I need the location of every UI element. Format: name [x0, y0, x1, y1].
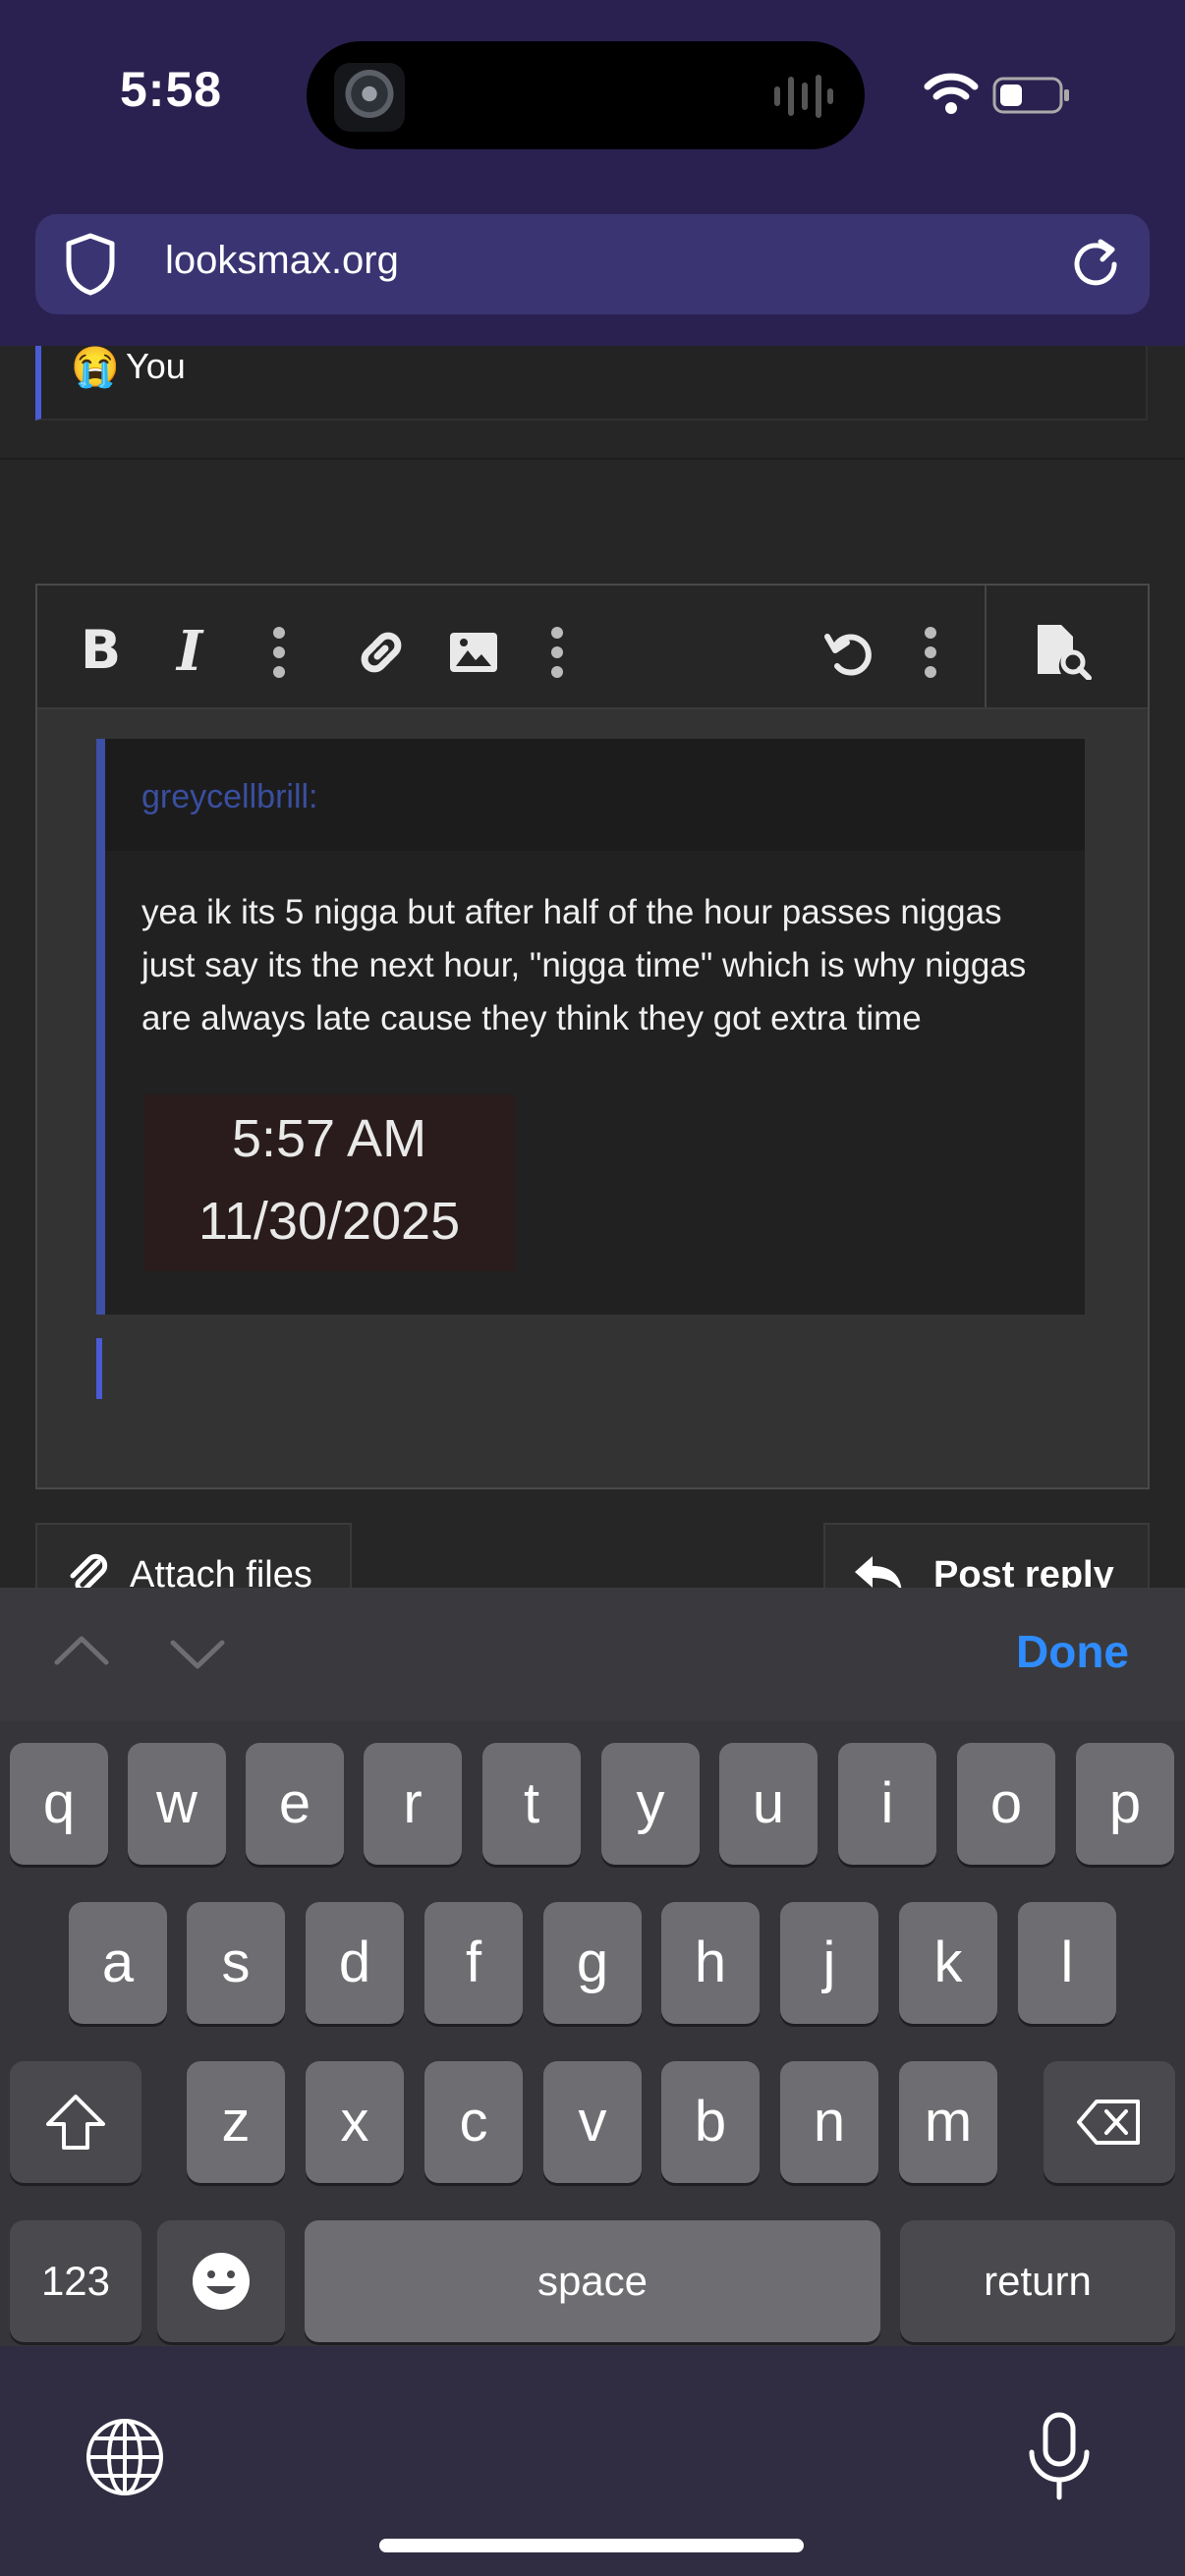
shield-icon[interactable]: [61, 230, 120, 299]
key-f[interactable]: f: [424, 1902, 523, 2024]
key-t[interactable]: t: [482, 1743, 581, 1865]
key-o[interactable]: o: [957, 1743, 1055, 1865]
text-cursor: [96, 1338, 102, 1399]
reaction-author: You: [126, 346, 186, 386]
now-playing-artwork[interactable]: [334, 63, 405, 132]
quote-author[interactable]: greycellbrill:: [141, 778, 318, 816]
microphone-icon[interactable]: [1024, 2411, 1095, 2501]
chevron-up-icon[interactable]: [53, 1635, 110, 1666]
globe-icon[interactable]: [85, 2417, 165, 2497]
key-h[interactable]: h: [661, 1902, 760, 2024]
divider: [0, 458, 1185, 460]
key-v[interactable]: v: [543, 2061, 642, 2183]
key-j[interactable]: j: [780, 1902, 878, 2024]
emoji-key[interactable]: [157, 2220, 285, 2342]
backspace-icon: [1077, 2100, 1140, 2145]
quote-image-date: 11/30/2025: [198, 1192, 461, 1251]
chevron-down-icon[interactable]: [169, 1639, 226, 1670]
quote-text: yea ik its 5 nigga but after half of the…: [141, 893, 1027, 1037]
key-y[interactable]: y: [601, 1743, 700, 1865]
more-icon[interactable]: [924, 627, 937, 678]
quote-image-time: 5:57 AM: [231, 1109, 427, 1168]
home-indicator[interactable]: [379, 2539, 804, 2552]
key-k[interactable]: k: [899, 1902, 997, 2024]
key-q[interactable]: q: [10, 1743, 108, 1865]
editor-toolbar: [37, 586, 1148, 709]
more-icon[interactable]: [550, 627, 564, 678]
key-a[interactable]: a: [69, 1902, 167, 2024]
key-m[interactable]: m: [899, 2061, 997, 2183]
image-icon[interactable]: [448, 631, 499, 674]
preview-icon[interactable]: [1034, 623, 1097, 680]
reaction-emoji: 😭: [71, 346, 120, 389]
reload-icon[interactable]: [1065, 234, 1126, 295]
emoji-icon: [193, 2253, 250, 2310]
key-i[interactable]: i: [838, 1743, 936, 1865]
previous-reply-snippet: [35, 346, 1148, 420]
space-key[interactable]: space: [305, 2220, 880, 2342]
key-z[interactable]: z: [187, 2061, 285, 2183]
link-icon[interactable]: [354, 625, 409, 680]
key-e[interactable]: e: [246, 1743, 344, 1865]
toolbar-divider: [985, 586, 987, 707]
italic-icon[interactable]: I: [177, 619, 202, 684]
key-n[interactable]: n: [780, 2061, 878, 2183]
shift-key[interactable]: [10, 2061, 141, 2183]
key-s[interactable]: s: [187, 1902, 285, 2024]
key-d[interactable]: d: [306, 1902, 404, 2024]
key-x[interactable]: x: [306, 2061, 404, 2183]
key-w[interactable]: w: [128, 1743, 226, 1865]
key-r[interactable]: r: [364, 1743, 462, 1865]
undo-icon[interactable]: [821, 625, 876, 680]
bold-icon[interactable]: B: [81, 619, 121, 681]
more-icon[interactable]: [272, 627, 286, 678]
url-text[interactable]: looksmax.org: [165, 239, 399, 283]
wifi-icon: [924, 73, 979, 114]
status-time: 5:58: [120, 62, 223, 117]
key-c[interactable]: c: [424, 2061, 523, 2183]
key-b[interactable]: b: [661, 2061, 760, 2183]
numbers-key[interactable]: 123: [10, 2220, 141, 2342]
delete-key[interactable]: [1044, 2061, 1175, 2183]
audio-wave-icon: [774, 75, 833, 118]
return-key[interactable]: return: [900, 2220, 1175, 2342]
battery-icon: [992, 77, 1069, 114]
done-button[interactable]: Done: [1016, 1625, 1129, 1678]
key-p[interactable]: p: [1076, 1743, 1174, 1865]
shift-icon: [46, 2095, 105, 2150]
key-u[interactable]: u: [719, 1743, 818, 1865]
key-g[interactable]: g: [543, 1902, 642, 2024]
key-l[interactable]: l: [1018, 1902, 1116, 2024]
